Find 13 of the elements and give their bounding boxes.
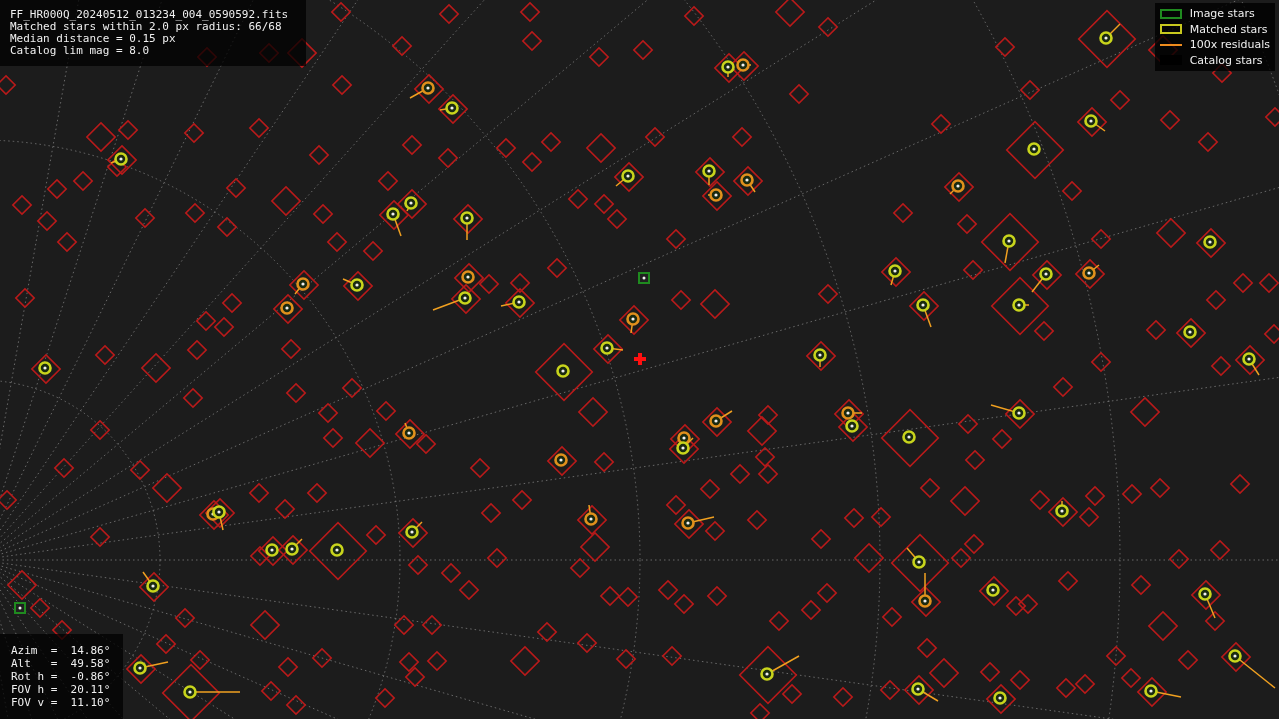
pointing-text: Azim = 14.86° xyxy=(11,644,112,657)
legend-label: Image stars xyxy=(1189,6,1255,22)
info-text: FF_HR000Q_20240512_013234_004_0590592.fits xyxy=(10,9,290,21)
pointing-text: Alt = 49.58° xyxy=(11,657,112,670)
info-text: Matched stars within 2.0 px radius: 66/68 xyxy=(10,21,282,33)
legend-label: Matched stars xyxy=(1189,21,1268,37)
info-text: Median distance = 0.15 px xyxy=(10,33,177,45)
legend-label: 100x residuals xyxy=(1189,37,1270,53)
legend-label: Catalog stars xyxy=(1189,52,1263,68)
pointing-text: FOV h = 20.11° xyxy=(11,683,112,696)
pointing-text: FOV v = 11.10° xyxy=(11,696,112,709)
info-text: Catalog lim mag = 8.0 xyxy=(10,45,151,57)
pointing-text: Rot h = -0.86° xyxy=(11,670,112,683)
